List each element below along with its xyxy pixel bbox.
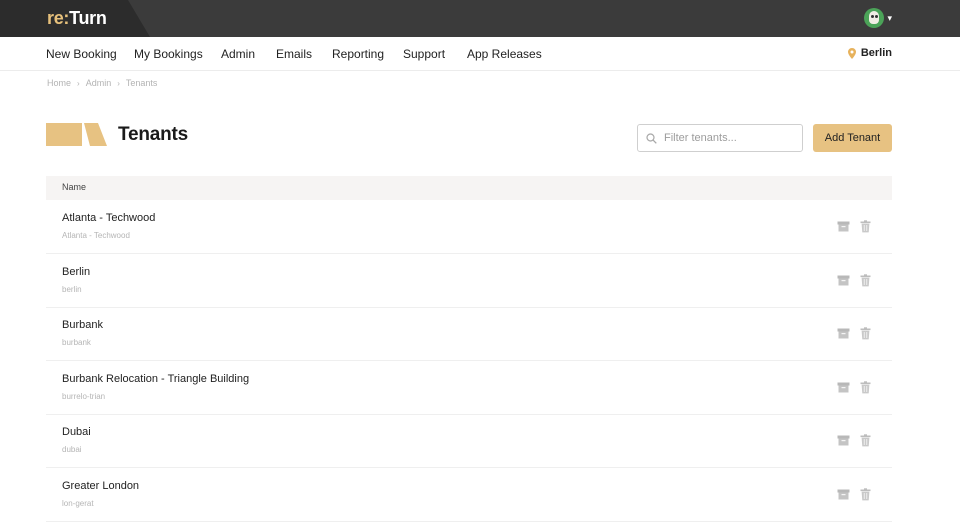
filter-field[interactable] — [637, 124, 803, 152]
trash-icon[interactable] — [859, 327, 872, 340]
user-menu[interactable]: ▾ — [864, 8, 892, 28]
breadcrumb-admin[interactable]: Admin — [86, 78, 112, 88]
logo-prefix: re: — [47, 8, 70, 28]
tenant-name[interactable]: Dubai — [62, 426, 91, 438]
archive-icon[interactable] — [837, 220, 850, 233]
main-nav: New Booking My Bookings Admin Emails Rep… — [0, 37, 960, 71]
trash-icon[interactable] — [859, 380, 872, 394]
logo-text: Turn — [69, 8, 107, 28]
tenant-slug: burrelo-trian — [62, 391, 106, 401]
nav-item-support[interactable]: Support — [403, 47, 445, 61]
trash-icon[interactable] — [859, 220, 872, 233]
trash-icon[interactable] — [859, 487, 872, 501]
tenant-name[interactable]: Burbank — [62, 319, 103, 331]
nav-item-reporting[interactable]: Reporting — [332, 47, 384, 61]
location-label: Berlin — [860, 47, 892, 59]
chevron-right-icon: › — [117, 78, 120, 88]
archive-icon[interactable] — [837, 434, 850, 447]
breadcrumb: Home › Admin › Tenants — [47, 78, 157, 88]
archive-icon[interactable] — [837, 381, 850, 394]
nav-item-admin[interactable]: Admin — [221, 47, 255, 61]
trash-icon[interactable] — [859, 434, 872, 447]
app-logo[interactable]: re:Turn — [47, 8, 107, 29]
tenant-slug: Atlanta - Techwood — [62, 231, 130, 240]
map-pin-icon — [847, 47, 856, 59]
chevron-down-icon[interactable]: ▾ — [887, 13, 892, 24]
table-row[interactable]: Burbank burbank — [46, 307, 892, 361]
nav-item-emails[interactable]: Emails — [276, 47, 312, 61]
table-row[interactable]: Greater London lon-gerat — [46, 468, 892, 522]
tenant-name[interactable]: Berlin — [62, 266, 90, 278]
top-bar: re:Turn ▾ — [0, 0, 960, 37]
tenant-slug: dubai — [62, 445, 82, 454]
search-icon — [646, 132, 657, 144]
avatar[interactable] — [864, 8, 885, 28]
breadcrumb-tenants: Tenants — [125, 78, 158, 88]
location-selector[interactable]: Berlin — [847, 47, 892, 59]
breadcrumb-home[interactable]: Home — [47, 78, 71, 88]
table-row[interactable]: Atlanta - Techwood Atlanta - Techwood — [46, 200, 892, 254]
column-header-name[interactable]: Name — [62, 182, 86, 192]
nav-item-new-booking[interactable]: New Booking — [46, 47, 117, 61]
chevron-right-icon: › — [77, 78, 80, 88]
table-row[interactable]: Burbank Relocation - Triangle Building bu… — [46, 361, 892, 415]
filter-input[interactable] — [664, 132, 794, 144]
table-header: Name — [46, 176, 892, 200]
tenant-slug: burbank — [62, 338, 91, 347]
archive-icon[interactable] — [837, 274, 850, 287]
tenant-slug: berlin — [62, 284, 82, 294]
tenant-name[interactable]: Greater London — [62, 480, 139, 492]
table-row[interactable]: Dubai dubai — [46, 414, 892, 468]
tenant-name[interactable]: Atlanta - Techwood — [62, 212, 155, 224]
archive-icon[interactable] — [837, 488, 850, 501]
table-row[interactable]: Berlin berlin — [46, 254, 892, 308]
nav-item-my-bookings[interactable]: My Bookings — [134, 47, 203, 61]
trash-icon[interactable] — [859, 273, 872, 287]
nav-item-app-releases[interactable]: App Releases — [467, 47, 542, 61]
tenant-name[interactable]: Burbank Relocation - Triangle Building — [62, 373, 249, 385]
page-title: Tenants — [118, 124, 189, 145]
archive-icon[interactable] — [837, 327, 850, 340]
add-tenant-button[interactable]: Add Tenant — [813, 124, 892, 152]
tenant-slug: lon-gerat — [62, 498, 94, 508]
tenants-brand-icon — [46, 123, 107, 146]
